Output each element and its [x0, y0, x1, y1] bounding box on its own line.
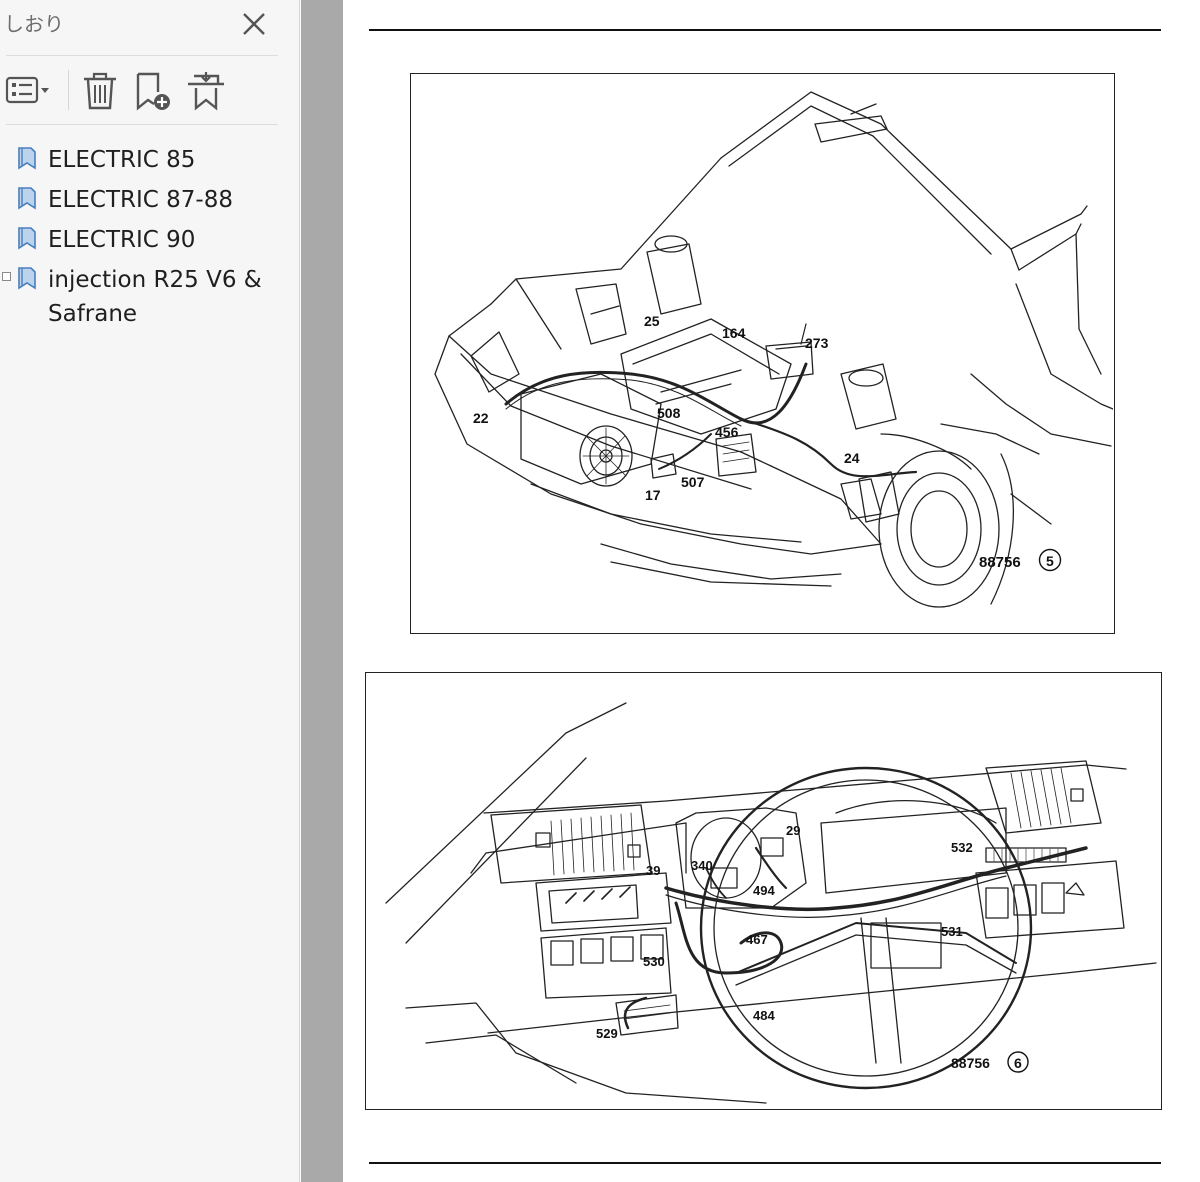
bookmark-electric-87-88[interactable]: ELECTRIC 87-88	[0, 178, 300, 218]
callout-164: 164	[722, 325, 746, 341]
figure-ref: 88756	[979, 554, 1021, 571]
callout-273: 273	[805, 335, 829, 351]
expand-toggle[interactable]	[2, 272, 11, 281]
callout-22: 22	[473, 410, 489, 426]
callout-531: 531	[941, 924, 963, 939]
figure-number: 5	[1046, 553, 1054, 569]
list-options-icon	[5, 76, 49, 104]
bookmark-find-icon	[188, 72, 224, 111]
bookmark-label: ELECTRIC 90	[48, 227, 196, 253]
page-bottom-rule	[369, 1162, 1161, 1164]
new-bookmark-button[interactable]	[132, 68, 176, 112]
callout-17: 17	[645, 487, 661, 503]
bookmarks-panel: しおり ELECTRIC 85 ELECTRIC 87-88 ELECTRIC …	[0, 0, 300, 1182]
callout-529: 529	[596, 1026, 618, 1041]
document-viewer[interactable]: 25 164 273 508 456 22 24 507 17 88756 5	[301, 0, 1200, 1182]
bookmark-icon	[18, 227, 36, 250]
bookmark-electric-90[interactable]: ELECTRIC 90	[0, 218, 300, 258]
delete-bookmark-button[interactable]	[80, 68, 120, 112]
page-top-rule	[369, 29, 1161, 31]
callout-39: 39	[646, 863, 660, 878]
bookmark-injection-r25-v6-safrane[interactable]: injection R25 V6 & Safrane	[0, 258, 300, 327]
bookmark-label-line2: Safrane	[48, 301, 138, 327]
find-bookmark-button[interactable]	[184, 68, 230, 112]
bookmark-list: ELECTRIC 85 ELECTRIC 87-88 ELECTRIC 90 i…	[0, 138, 300, 327]
callout-508: 508	[657, 405, 681, 421]
callout-24: 24	[844, 450, 860, 466]
bookmark-label: ELECTRIC 87-88	[48, 187, 233, 213]
callout-340: 340	[691, 858, 713, 873]
callout-456: 456	[715, 424, 739, 440]
callout-467: 467	[746, 932, 768, 947]
options-menu-button[interactable]	[4, 68, 54, 112]
engine-bay-diagram: 25 164 273 508 456 22 24 507 17 88756 5	[434, 91, 1114, 608]
document-page: 25 164 273 508 456 22 24 507 17 88756 5	[343, 0, 1200, 1182]
callout-25: 25	[644, 313, 660, 329]
callout-29: 29	[786, 823, 800, 838]
callout-494: 494	[753, 883, 775, 898]
callout-530: 530	[643, 954, 665, 969]
divider	[6, 124, 278, 125]
callout-507: 507	[681, 474, 705, 490]
figure-ref: 88756	[951, 1055, 990, 1071]
bookmark-add-icon	[136, 72, 170, 111]
panel-title: しおり	[4, 12, 64, 36]
figure-engine-bay: 25 164 273 508 456 22 24 507 17 88756 5	[410, 73, 1115, 634]
close-panel-button[interactable]	[236, 4, 272, 40]
figure-dashboard: 29 340 39 532 494 467 531 530 529 484 88…	[365, 672, 1162, 1110]
dashboard-diagram: 29 340 39 532 494 467 531 530 529 484 88…	[385, 702, 1157, 1104]
callout-532: 532	[951, 840, 973, 855]
close-icon	[243, 13, 265, 35]
figure-number: 6	[1014, 1055, 1022, 1071]
callout-484: 484	[753, 1008, 775, 1023]
bookmarks-panel-header: しおり	[0, 0, 300, 52]
bookmark-icon	[18, 267, 36, 290]
bookmark-icon	[18, 147, 36, 170]
divider	[6, 55, 278, 56]
bookmark-label: injection R25 V6 &	[48, 267, 262, 293]
bookmark-electric-85[interactable]: ELECTRIC 85	[0, 138, 300, 178]
toolbar-separator	[68, 70, 69, 110]
bookmark-label: ELECTRIC 85	[48, 147, 196, 173]
bookmark-icon	[18, 187, 36, 210]
trash-icon	[84, 72, 116, 110]
bookmarks-toolbar	[0, 60, 300, 120]
